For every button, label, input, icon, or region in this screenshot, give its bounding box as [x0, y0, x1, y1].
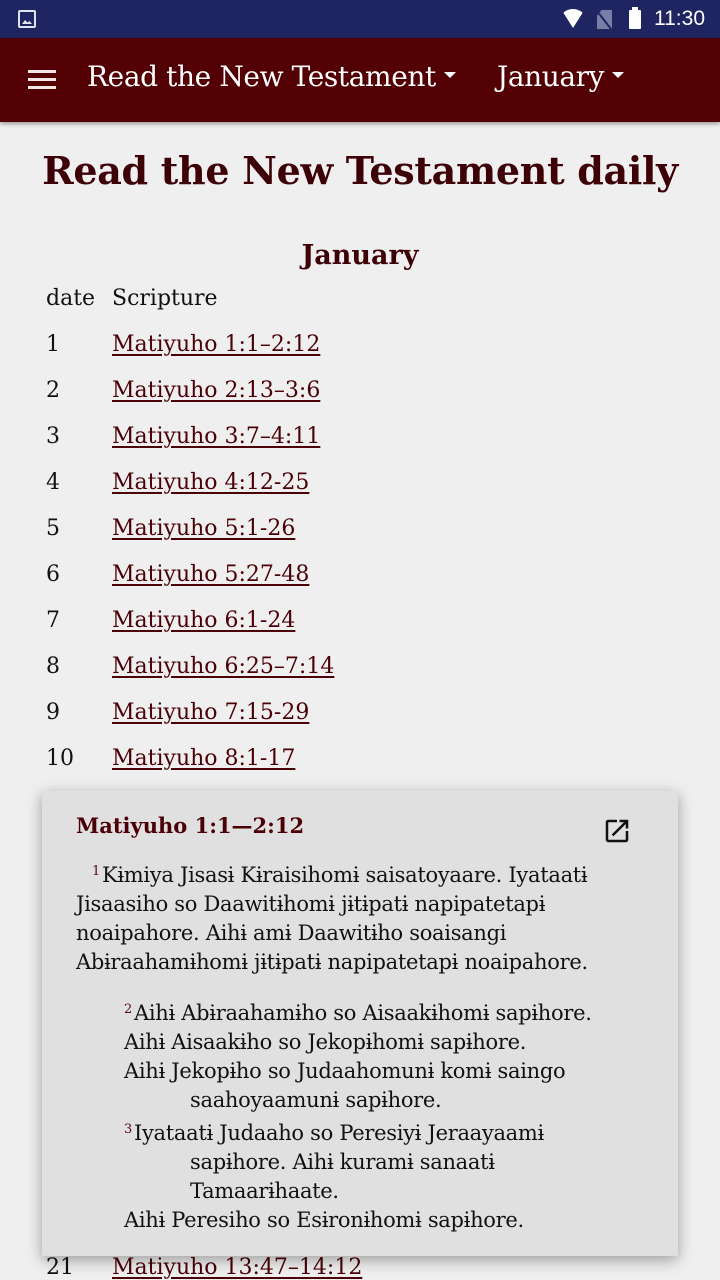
book-selector-label: Read the New Testament: [87, 60, 436, 93]
table-row: 1 Matiyuho 1:1–2:12: [46, 332, 646, 378]
table-header: date Scripture: [46, 286, 646, 332]
row-date: 7: [46, 608, 60, 633]
popup-body: 1Kɨmiya Jisasɨ Kɨraisihomɨ saisatoyaare.…: [76, 857, 656, 1235]
row-date: 9: [46, 700, 60, 725]
hamburger-menu-icon[interactable]: [28, 70, 56, 90]
scripture-column-header: Scripture: [112, 286, 218, 311]
app-bar: Read the New Testament January: [0, 38, 720, 122]
table-row: 9 Matiyuho 7:15-29: [46, 700, 646, 746]
poetry-line: 2Aihɨ Abɨraahamɨho so Aisaakɨhomɨ sapɨho…: [76, 995, 656, 1028]
date-column-header: date: [46, 286, 96, 311]
poetry-text: saahoyaamunɨ sapɨhore.: [190, 1088, 442, 1112]
page-title: Read the New Testament daily: [42, 148, 678, 193]
image-notification-icon: [18, 10, 36, 28]
scripture-link[interactable]: Matiyuho 3:7–4:11: [112, 424, 320, 449]
poetry-line: Tamaarɨhaate.: [76, 1177, 656, 1206]
no-sim-icon: [597, 10, 612, 29]
scripture-link[interactable]: Matiyuho 5:1-26: [112, 516, 295, 541]
poetry-line: Aihɨ Jekopɨho so Judaahomunɨ komɨ saingo: [76, 1057, 656, 1086]
poetry-text: Aihɨ Peresiho so Esɨronɨhomɨ sapɨhore.: [124, 1208, 524, 1232]
row-date: 2: [46, 378, 60, 403]
row-date: 3: [46, 424, 60, 449]
verse-number: 1: [92, 864, 100, 879]
month-selector-label: January: [497, 60, 605, 93]
table-row: 6 Matiyuho 5:27-48: [46, 562, 646, 608]
status-time: 11:30: [654, 7, 705, 30]
scripture-link[interactable]: Matiyuho 6:1-24: [112, 608, 295, 633]
scripture-link[interactable]: Matiyuho 8:1-17: [112, 746, 295, 771]
popup-title: Matiyuho 1:1—2:12: [76, 813, 305, 838]
scripture-link[interactable]: Matiyuho 13:47–14:12: [112, 1255, 362, 1280]
battery-icon: [629, 7, 641, 29]
scripture-link[interactable]: Matiyuho 1:1–2:12: [112, 332, 320, 357]
verse-paragraph: 1Kɨmiya Jisasɨ Kɨraisihomɨ saisatoyaare.…: [76, 857, 656, 977]
open-in-new-icon[interactable]: [602, 816, 632, 846]
poetry-line: Aihɨ Aisaakɨho so Jekopɨhomɨ sapɨhore.: [76, 1028, 656, 1057]
poetry-line: saahoyaamunɨ sapɨhore.: [76, 1086, 656, 1115]
table-row: 4 Matiyuho 4:12-25: [46, 470, 646, 516]
scripture-link[interactable]: Matiyuho 4:12-25: [112, 470, 309, 495]
month-selector-dropdown[interactable]: January: [497, 60, 625, 93]
scripture-link[interactable]: Matiyuho 2:13–3:6: [112, 378, 320, 403]
scripture-link[interactable]: Matiyuho 6:25–7:14: [112, 654, 334, 679]
verse-number: 3: [124, 1122, 132, 1137]
chevron-down-icon: [443, 71, 456, 78]
chevron-down-icon: [612, 71, 625, 78]
poetry-text: Aihɨ Abɨraahamɨho so Aisaakɨhomɨ sapɨhor…: [133, 1001, 592, 1025]
poetry-text: Aihɨ Jekopɨho so Judaahomunɨ komɨ saingo: [124, 1059, 566, 1083]
book-selector-dropdown[interactable]: Read the New Testament: [87, 60, 456, 93]
poetry-text: Iyataatɨ Judaaho so Peresiyɨ Jeraayaamɨ: [133, 1121, 544, 1145]
poetry-text: Aihɨ Aisaakɨho so Jekopɨhomɨ sapɨhore.: [124, 1030, 527, 1054]
row-date: 8: [46, 654, 60, 679]
verse-number: 2: [124, 1002, 132, 1017]
row-date: 4: [46, 470, 60, 495]
table-row: 3 Matiyuho 3:7–4:11: [46, 424, 646, 470]
poetry-line: sapɨhore. Aihɨ kuramɨ sanaatɨ: [76, 1148, 656, 1177]
poetry-text: Tamaarɨhaate.: [190, 1179, 339, 1203]
verse-text: Kɨmiya Jisasɨ Kɨraisihomɨ saisatoyaare. …: [76, 863, 588, 974]
row-date: 6: [46, 562, 60, 587]
row-date: 5: [46, 516, 60, 541]
row-date: 10: [46, 746, 74, 771]
status-bar: 11:30: [0, 0, 720, 38]
table-row: 2 Matiyuho 2:13–3:6: [46, 378, 646, 424]
wifi-icon: [561, 9, 585, 28]
table-row: 10 Matiyuho 8:1-17: [46, 746, 646, 792]
scripture-link[interactable]: Matiyuho 7:15-29: [112, 700, 309, 725]
table-row: 7 Matiyuho 6:1-24: [46, 608, 646, 654]
poetry-line: 3Iyataatɨ Judaaho so Peresiyɨ Jeraayaamɨ: [76, 1115, 656, 1148]
table-row: 8 Matiyuho 6:25–7:14: [46, 654, 646, 700]
row-date: 21: [46, 1255, 74, 1280]
row-date: 1: [46, 332, 60, 357]
poetry-line: Aihɨ Peresiho so Esɨronɨhomɨ sapɨhore.: [76, 1206, 656, 1235]
scripture-preview-popup: Matiyuho 1:1—2:12 1Kɨmiya Jisasɨ Kɨraisi…: [42, 791, 678, 1256]
table-row: 5 Matiyuho 5:1-26: [46, 516, 646, 562]
month-heading: January: [301, 240, 419, 271]
poetry-text: sapɨhore. Aihɨ kuramɨ sanaatɨ: [190, 1150, 495, 1174]
poetry-block: 2Aihɨ Abɨraahamɨho so Aisaakɨhomɨ sapɨho…: [76, 995, 656, 1235]
scripture-link[interactable]: Matiyuho 5:27-48: [112, 562, 309, 587]
